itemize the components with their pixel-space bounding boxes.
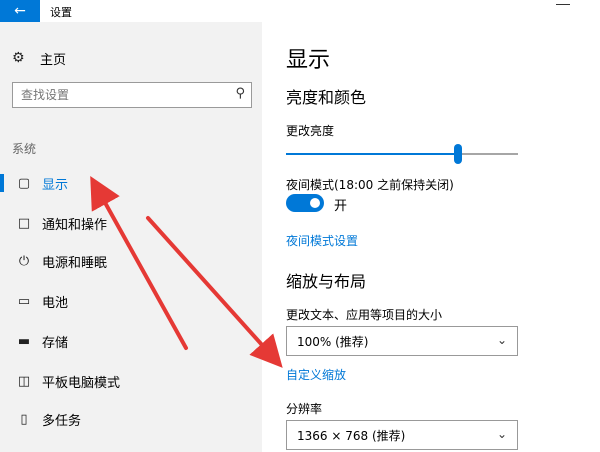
- back-button[interactable]: ←: [0, 0, 40, 22]
- resolution-dropdown-value: 1366 × 768 (推荐): [297, 428, 406, 443]
- home-label: 主页: [40, 52, 67, 68]
- sidebar-item-display[interactable]: ▢ 显示: [0, 168, 262, 198]
- sidebar-item-multitasking[interactable]: ▯ 多任务: [0, 404, 262, 434]
- toggle-knob: [310, 198, 320, 208]
- section-heading-scale: 缩放与布局: [286, 272, 367, 291]
- battery-icon: ▭: [17, 293, 31, 309]
- chevron-down-icon: ⌄: [496, 427, 507, 441]
- night-mode-settings-link[interactable]: 夜间模式设置: [286, 232, 358, 249]
- sidebar-item-label: 平板电脑模式: [42, 375, 121, 391]
- power-icon: ⏻: [18, 253, 30, 269]
- resolution-label: 分辨率: [286, 402, 323, 416]
- sidebar-item-battery[interactable]: ▭ 电池: [0, 286, 262, 316]
- sidebar-item-label: 电池: [42, 295, 69, 311]
- custom-scaling-link[interactable]: 自定义缩放: [286, 366, 346, 383]
- home-nav-item[interactable]: ⚙ 主页: [12, 48, 66, 68]
- section-heading-brightness: 亮度和颜色: [286, 88, 367, 107]
- arrow-left-icon: ←: [14, 3, 26, 19]
- minimize-button[interactable]: [556, 4, 570, 5]
- night-mode-state: 开: [334, 199, 348, 214]
- section-label: 系统: [12, 142, 37, 156]
- night-mode-label: 夜间模式(18:00 之前保持关闭): [286, 178, 454, 192]
- brightness-slider[interactable]: [286, 144, 518, 164]
- app-title: 设置: [50, 6, 72, 19]
- sidebar-item-tablet-mode[interactable]: ◫ 平板电脑模式: [0, 366, 262, 396]
- scale-label: 更改文本、应用等项目的大小: [286, 308, 443, 322]
- search-input[interactable]: [21, 88, 221, 102]
- scale-dropdown[interactable]: 100% (推荐) ⌄: [286, 326, 518, 356]
- slider-thumb[interactable]: [454, 144, 462, 164]
- sidebar-item-label: 多任务: [42, 413, 82, 429]
- search-icon[interactable]: ⚲: [235, 86, 245, 101]
- sidebar-item-label: 显示: [42, 177, 69, 193]
- slider-fill: [286, 153, 458, 155]
- monitor-icon: ▢: [17, 175, 31, 191]
- notification-icon: □: [17, 215, 31, 231]
- slider-track: [462, 153, 518, 155]
- sidebar-item-label: 存储: [42, 335, 69, 351]
- resolution-dropdown[interactable]: 1366 × 768 (推荐) ⌄: [286, 420, 518, 450]
- scale-dropdown-value: 100% (推荐): [297, 334, 369, 349]
- chevron-down-icon: ⌄: [496, 333, 507, 347]
- multitask-icon: ▯: [20, 411, 28, 427]
- page-title: 显示: [286, 48, 331, 73]
- brightness-label: 更改亮度: [286, 124, 335, 138]
- content-pane: 显示 亮度和颜色 更改亮度 夜间模式(18:00 之前保持关闭) 开 夜间模式设…: [262, 22, 600, 452]
- tablet-mode-icon: ◫: [17, 373, 31, 389]
- gear-icon: ⚙: [12, 50, 25, 66]
- sidebar-item-storage[interactable]: ▬ 存储: [0, 326, 262, 356]
- search-box[interactable]: ⚲: [12, 82, 252, 108]
- title-bar: ← 设置: [0, 0, 600, 22]
- storage-icon: ▬: [17, 333, 31, 349]
- sidebar: ⚙ 主页 ⚲ 系统 ▢ 显示 □ 通知和操作 ⏻ 电源和睡眠 ▭ 电池 ▬ 存储…: [0, 22, 262, 452]
- night-mode-toggle[interactable]: [286, 194, 324, 212]
- sidebar-item-notifications[interactable]: □ 通知和操作: [0, 208, 262, 238]
- selection-indicator: [0, 174, 4, 192]
- sidebar-item-label: 电源和睡眠: [42, 255, 108, 271]
- sidebar-item-power[interactable]: ⏻ 电源和睡眠: [0, 246, 262, 276]
- sidebar-item-label: 通知和操作: [42, 217, 108, 233]
